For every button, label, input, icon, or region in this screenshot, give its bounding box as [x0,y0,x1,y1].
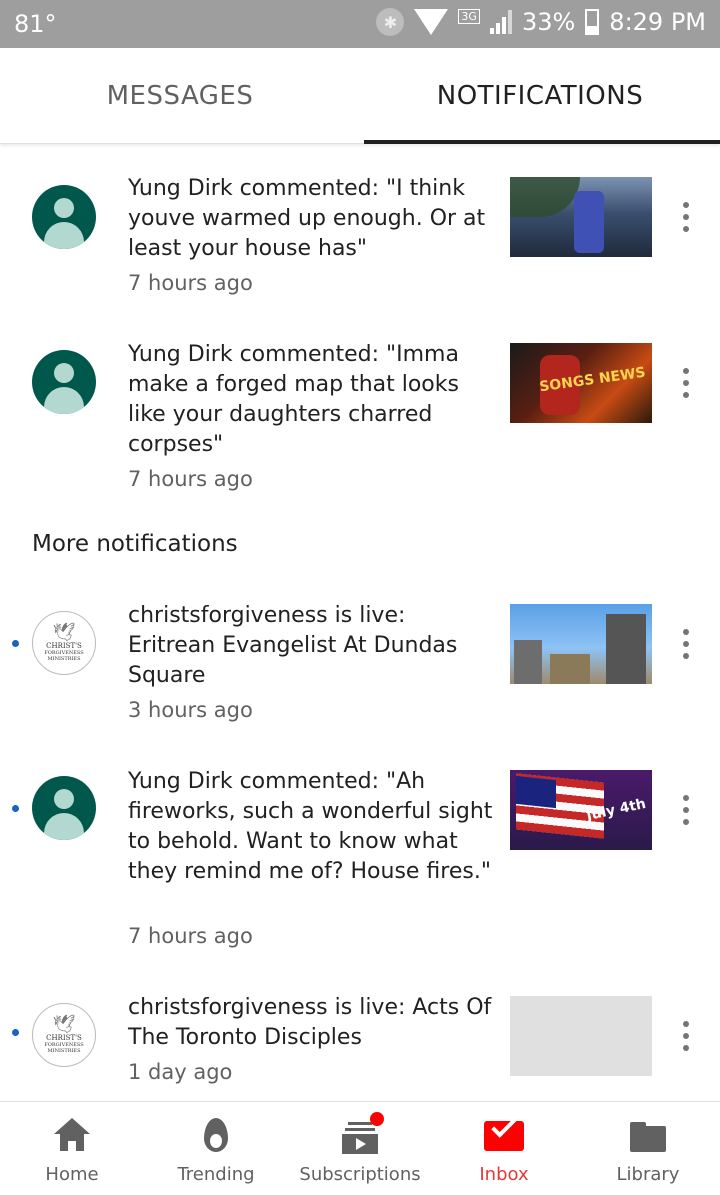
notification-time: 3 hours ago [128,698,253,722]
video-thumbnail[interactable] [510,604,652,684]
video-thumbnail[interactable] [510,177,652,257]
subscriptions-icon [340,1112,384,1156]
christs-forgiveness-logo[interactable]: 🕊 CHRIST'S FORGIVENESS MINISTRIES [32,611,96,675]
dove-icon: 🕊 [52,1014,76,1035]
bottom-navigation: Home Trending Subscriptions Inbox Librar… [0,1101,720,1195]
inbox-tabs: MESSAGES NOTIFICATIONS [0,48,720,144]
home-icon [52,1116,92,1156]
battery-icon [585,9,600,35]
nav-inbox[interactable]: Inbox [432,1102,576,1195]
fire-icon [196,1116,236,1156]
inbox-icon [484,1112,524,1156]
nav-label: Inbox [479,1164,529,1185]
wifi-icon [414,9,449,35]
default-avatar-icon[interactable] [32,350,96,414]
nav-subscriptions[interactable]: Subscriptions [288,1102,432,1195]
nav-library[interactable]: Library [576,1102,720,1195]
notification-time: 7 hours ago [128,924,253,948]
network-type-badge: 3G [458,8,480,24]
tab-notifications[interactable]: NOTIFICATIONS [360,48,720,144]
signal-icon [489,10,512,34]
notification-text: christsforgiveness is live: Acts Of The … [128,995,492,1050]
notification-text: Yung Dirk commented: "Imma make a forged… [128,342,459,457]
more-options-icon[interactable] [680,202,692,232]
notification-text: Yung Dirk commented: "Ah fireworks, such… [128,769,493,884]
nav-label: Trending [177,1164,255,1185]
temperature-indicator: 81° [14,10,57,38]
nav-label: Subscriptions [299,1164,421,1185]
notification-time: 7 hours ago [128,271,253,295]
nav-trending[interactable]: Trending [144,1102,288,1195]
notifications-list[interactable]: Yung Dirk commented: "I think youve warm… [0,145,720,1100]
library-folder-icon [628,1116,668,1156]
nav-label: Home [45,1164,99,1185]
battery-percent: 33% [521,8,576,36]
status-icons: ✱ 3G 33% 8:29 PM [376,8,706,36]
default-avatar-icon[interactable] [32,185,96,249]
video-thumbnail[interactable]: July 4th [510,770,652,850]
video-thumbnail-placeholder[interactable] [510,996,652,1076]
more-options-icon[interactable] [680,1021,692,1051]
bluetooth-icon: ✱ [376,8,405,36]
notification-text: Yung Dirk commented: "I think youve warm… [128,176,486,261]
status-bar: 81° ✱ 3G 33% 8:29 PM [0,0,720,48]
notification-time: 1 day ago [128,1060,233,1084]
clock: 8:29 PM [609,8,706,36]
notification-text: christsforgiveness is live: Eritrean Eva… [128,603,458,688]
nav-home[interactable]: Home [0,1102,144,1195]
christs-forgiveness-logo[interactable]: 🕊 CHRIST'S FORGIVENESS MINISTRIES [32,1003,96,1067]
more-options-icon[interactable] [680,795,692,825]
more-options-icon[interactable] [680,629,692,659]
tab-messages[interactable]: MESSAGES [0,48,360,143]
unread-indicator [12,1029,19,1036]
nav-label: Library [616,1164,680,1185]
video-thumbnail[interactable]: SONGS NEWS [510,343,652,423]
dove-icon: 🕊 [52,622,76,643]
more-notifications-heading: More notifications [32,531,238,557]
unread-indicator [12,640,19,647]
unread-indicator [12,805,19,812]
notification-time: 7 hours ago [128,467,253,491]
more-options-icon[interactable] [680,368,692,398]
default-avatar-icon[interactable] [32,776,96,840]
new-content-badge [370,1112,384,1126]
